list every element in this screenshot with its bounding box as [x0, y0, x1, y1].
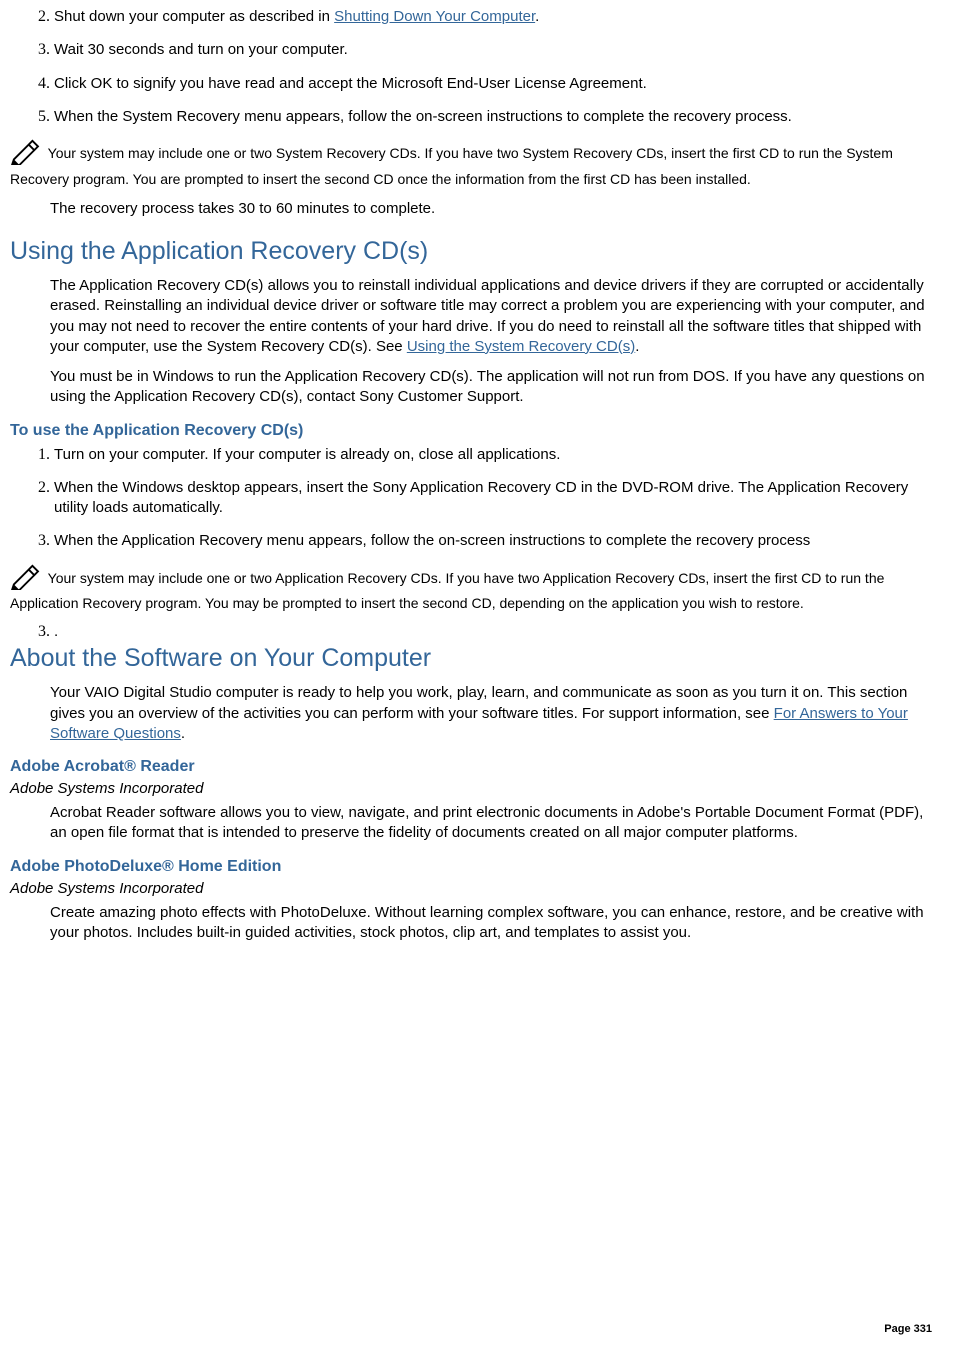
heading-acrobat: Adobe Acrobat® Reader [10, 758, 944, 776]
step-item: Click OK to signify you have read and ac… [54, 73, 944, 94]
app-recovery-para2: You must be in Windows to run the Applic… [50, 367, 944, 408]
pencil-icon [10, 564, 40, 595]
step-text: Wait 30 seconds and turn on your compute… [54, 41, 348, 58]
step-text: When the System Recovery menu appears, f… [54, 108, 792, 125]
photodeluxe-company: Adobe Systems Incorporated [10, 880, 944, 897]
dot-item: . [54, 623, 944, 640]
step-text: When the Application Recovery menu appea… [54, 532, 810, 549]
note-text: Your system may include one or two Appli… [10, 570, 884, 612]
para-text-post: . [635, 338, 639, 355]
page-number: Page 331 [884, 1323, 932, 1335]
step-text-post: . [535, 8, 539, 25]
shutting-down-link[interactable]: Shutting Down Your Computer [334, 8, 535, 25]
acrobat-para: Acrobat Reader software allows you to vi… [50, 803, 944, 844]
about-para: Your VAIO Digital Studio computer is rea… [50, 683, 944, 744]
system-recovery-steps: Shut down your computer as described in … [10, 6, 944, 127]
note-block: Your system may include one or two Syste… [10, 139, 944, 189]
step-item: When the System Recovery menu appears, f… [54, 106, 944, 127]
note-text: Your system may include one or two Syste… [10, 145, 893, 187]
system-recovery-link[interactable]: Using the System Recovery CD(s) [407, 338, 635, 355]
app-recovery-steps: Turn on your computer. If your computer … [10, 444, 944, 552]
para-text-post: . [181, 725, 185, 742]
step-item: When the Application Recovery menu appea… [54, 530, 944, 551]
acrobat-company: Adobe Systems Incorporated [10, 780, 944, 797]
pencil-icon [10, 139, 40, 170]
step-item: Turn on your computer. If your computer … [54, 444, 944, 465]
step-text: When the Windows desktop appears, insert… [54, 479, 908, 516]
photodeluxe-para: Create amazing photo effects with PhotoD… [50, 903, 944, 944]
step-item: Shut down your computer as described in … [54, 6, 944, 27]
heading-about-software: About the Software on Your Computer [10, 644, 944, 673]
app-recovery-para1: The Application Recovery CD(s) allows yo… [50, 276, 944, 357]
dot-text: . [54, 623, 58, 640]
step-text: Click OK to signify you have read and ac… [54, 75, 647, 92]
heading-photodeluxe: Adobe PhotoDeluxe® Home Edition [10, 858, 944, 876]
recovery-time-text: The recovery process takes 30 to 60 minu… [50, 199, 944, 219]
step-text: Turn on your computer. If your computer … [54, 446, 560, 463]
heading-to-use: To use the Application Recovery CD(s) [10, 422, 944, 440]
step-text: Shut down your computer as described in [54, 8, 334, 25]
dot-list: . [10, 623, 944, 640]
heading-app-recovery: Using the Application Recovery CD(s) [10, 237, 944, 266]
note-block: Your system may include one or two Appli… [10, 564, 944, 614]
step-item: When the Windows desktop appears, insert… [54, 477, 944, 519]
step-item: Wait 30 seconds and turn on your compute… [54, 39, 944, 60]
